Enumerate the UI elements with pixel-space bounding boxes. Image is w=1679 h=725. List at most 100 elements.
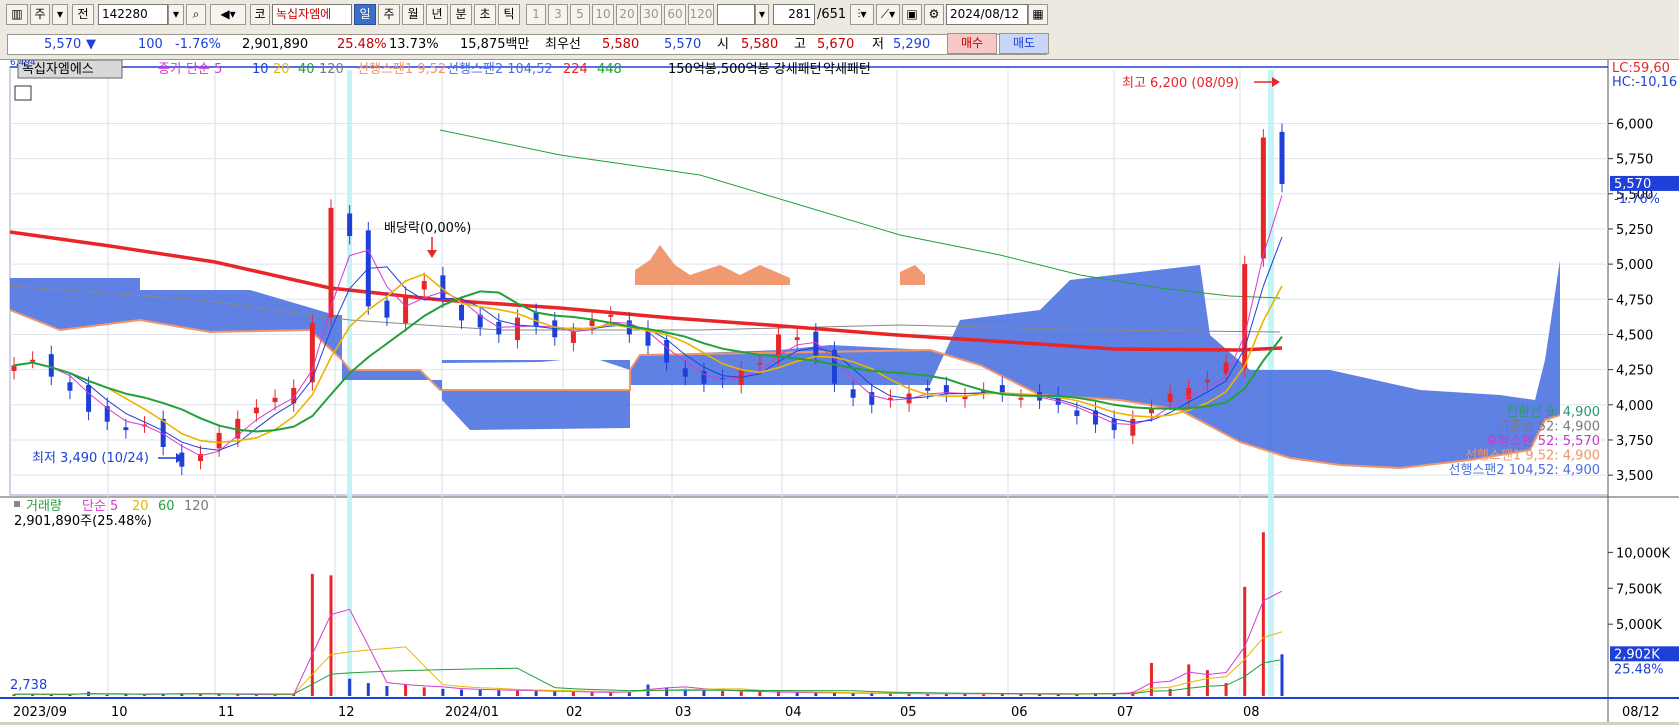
candle-type-icon[interactable]: ⫶▾: [850, 4, 874, 25]
minute-step-5[interactable]: 5: [570, 4, 590, 25]
candle-body: [384, 300, 390, 318]
range-tab-3[interactable]: 년: [426, 4, 448, 25]
minute-step-3[interactable]: 3: [548, 4, 568, 25]
range-tab-0[interactable]: 일: [354, 4, 376, 25]
volume-current-label: 2,901,890주(25.48%): [14, 514, 152, 529]
blank-select[interactable]: [717, 4, 755, 25]
volume-bar: [702, 690, 706, 696]
range-tab-4[interactable]: 분: [450, 4, 472, 25]
search-icon[interactable]: ⌕: [186, 4, 206, 25]
volume-bar: [721, 690, 725, 696]
range-tab-6[interactable]: 틱: [498, 4, 520, 25]
low-annotation: 최저 3,490 (10/24): [32, 451, 149, 466]
price-tick-label: 3,750: [1616, 434, 1653, 449]
line-tool-icon[interactable]: ⟋▾: [876, 4, 900, 25]
candle-body: [421, 281, 427, 290]
x-axis-label: 05: [900, 705, 917, 720]
volume-bar: [1280, 654, 1284, 696]
code-input[interactable]: 142280: [98, 4, 168, 25]
range-tab-1[interactable]: 주: [378, 4, 400, 25]
legend-item: 10: [252, 62, 269, 77]
volume-bar: [590, 692, 594, 696]
blank-dropdown-icon[interactable]: ▾: [755, 4, 769, 25]
price-volume-chart[interactable]: 6,0005,7505,5005,2505,0004,7504,5004,250…: [0, 58, 1679, 722]
down-arrow-icon: ▼: [86, 37, 96, 52]
sell-button[interactable]: 매도: [999, 33, 1049, 54]
legend-item: 종가 단순 5: [158, 62, 222, 77]
save-icon[interactable]: ▣: [902, 4, 922, 25]
price-tick-label: 4,750: [1616, 293, 1653, 308]
best-bid: 5,570: [664, 37, 702, 52]
code-dropdown-icon[interactable]: ▾: [168, 4, 184, 25]
page-count-input[interactable]: 281: [773, 4, 815, 25]
price-tick-label: 4,500: [1616, 328, 1653, 343]
price-tick-label: 3,500: [1616, 469, 1653, 484]
chart-area[interactable]: 6,000 5,750 5,500 5,250 5,000 4,750 4,500 4,250…: [0, 58, 1679, 722]
candle-body: [831, 349, 837, 384]
minute-step-60[interactable]: 60: [664, 4, 686, 25]
market-badge[interactable]: 코: [250, 4, 270, 25]
x-axis-label: 11: [218, 705, 235, 720]
page-total: /651: [817, 7, 847, 22]
gear-icon[interactable]: ⚙: [924, 4, 944, 25]
minute-step-120[interactable]: 120: [688, 4, 714, 25]
period-selector[interactable]: 주: [30, 4, 50, 25]
candle-body: [757, 362, 763, 365]
price-tick-label: 4,000: [1616, 399, 1653, 414]
candle-body: [11, 365, 17, 372]
volume-tick-label: 10,000K: [1616, 546, 1670, 561]
current-price: 5,570: [44, 37, 82, 52]
previous-code-button[interactable]: 전: [72, 4, 94, 25]
candle-body: [664, 340, 670, 363]
volume-legend-item: 20: [132, 499, 149, 514]
ichimoku-label: 기준선 52: 4,900: [1498, 420, 1600, 435]
candle-body: [776, 334, 782, 357]
minute-step-30[interactable]: 30: [640, 4, 662, 25]
minute-step-20[interactable]: 20: [616, 4, 638, 25]
calendar-icon[interactable]: ▦: [1028, 4, 1048, 25]
volume-bar: [1243, 586, 1247, 696]
x-axis-label: 2024/01: [445, 705, 499, 720]
candle-body: [1204, 379, 1210, 383]
speaker-icon[interactable]: ◀▾: [210, 4, 246, 25]
volume-bar: [105, 694, 109, 696]
candle-body: [999, 385, 1005, 394]
volume-tick-label: 7,500K: [1616, 582, 1662, 597]
volume-bar: [385, 685, 389, 696]
x-axis-label: 12: [338, 705, 355, 720]
dividend-annotation: 배당락(0,00%): [384, 221, 471, 236]
open-label: 시: [717, 37, 729, 52]
volume-bar: [217, 694, 221, 696]
toolbar-top: ▥ 주 ▾ 전 142280 ▾ ⌕ ◀▾ 코 녹십자엠에 일주월년분초틱 13…: [0, 0, 1679, 31]
dividend-arrow-head: [427, 250, 437, 258]
volume-bar: [497, 690, 501, 696]
x-axis-label: 06: [1011, 705, 1028, 720]
candle-body: [589, 320, 595, 327]
volume-bar: [777, 692, 781, 696]
legend-item: 120: [319, 62, 344, 77]
candle-body: [253, 407, 259, 414]
minute-step-10[interactable]: 10: [592, 4, 614, 25]
candle-body: [1111, 418, 1117, 431]
range-tab-2[interactable]: 월: [402, 4, 424, 25]
volume-bar: [422, 687, 426, 696]
x-axis-label: 10: [111, 705, 128, 720]
candle-body: [608, 314, 614, 317]
volume-legend-item: 거래량: [26, 499, 62, 514]
volume-bar: [68, 694, 72, 696]
range-tab-5[interactable]: 초: [474, 4, 496, 25]
stock-name[interactable]: 녹십자엠에: [272, 4, 352, 25]
minute-step-1[interactable]: 1: [526, 4, 546, 25]
chevron-down-icon[interactable]: ▾: [52, 4, 68, 25]
volume-bar: [441, 688, 445, 696]
turnover-percent: 13.73%: [389, 37, 439, 52]
date-input[interactable]: 2024/08/12: [946, 4, 1028, 25]
volume-bar: [310, 573, 314, 696]
buy-button[interactable]: 매수: [947, 33, 997, 54]
chart-menu-icon[interactable]: ▥: [6, 4, 28, 25]
volume-bar: [758, 691, 762, 696]
volume-legend-item: 60: [158, 499, 175, 514]
best-ask: 5,580: [602, 37, 640, 52]
ichimoku-label: 선행스팬2 104,52: 4,900: [1449, 462, 1600, 478]
candle-body: [1260, 137, 1266, 259]
